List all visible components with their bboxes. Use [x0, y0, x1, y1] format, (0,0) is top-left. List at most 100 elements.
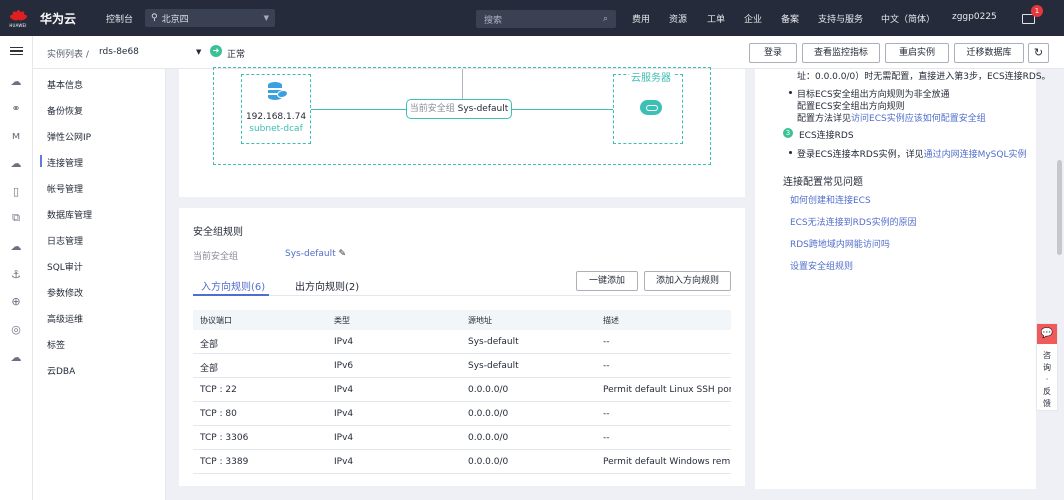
nav-tickets[interactable]: 工单 — [707, 12, 725, 25]
mail-icon[interactable]: 1 — [1022, 5, 1043, 24]
menu-icon[interactable] — [9, 44, 23, 58]
view-metrics-button[interactable]: 查看监控指标 — [802, 43, 880, 63]
sidebar-item-basic-info[interactable]: 基本信息 — [47, 78, 83, 91]
brand-name: 华为云 — [40, 11, 77, 26]
region-value: 北京四 — [161, 14, 189, 25]
feedback-label[interactable]: 咨 询 · 反 馈 — [1037, 344, 1057, 410]
mail-badge: 1 — [1031, 5, 1043, 17]
sidebar-item-eip[interactable]: 弹性公网IP — [47, 130, 91, 143]
nav-language[interactable]: 中文（简体） — [881, 12, 935, 25]
cell-port: 全部 — [200, 340, 219, 350]
globe-icon[interactable]: ⊕ — [9, 294, 23, 308]
column-header: 协议端口 — [200, 316, 232, 325]
cloud-storage-icon[interactable]: ☁ — [9, 156, 23, 170]
sidebar-item-backup[interactable]: 备份恢复 — [47, 104, 83, 117]
sidebar-item-databases[interactable]: 数据库管理 — [47, 208, 92, 221]
breadcrumb-instance-list[interactable]: 实例列表 / — [47, 47, 89, 60]
help-text-with-link: 登录ECS连接本RDS实例，详见通过内网连接MySQL实例 — [797, 147, 1027, 160]
current-sg-label: 当前安全组 — [193, 252, 239, 262]
huawei-flower-icon — [9, 8, 28, 22]
feedback-widget[interactable]: 💬 咨 询 · 反 馈 — [1036, 323, 1058, 411]
console-link[interactable]: 控制台 — [106, 12, 133, 25]
huawei-logo[interactable]: HUAWEI — [4, 0, 32, 36]
nav-filing[interactable]: 备案 — [781, 12, 799, 25]
nav-resources[interactable]: 资源 — [669, 12, 687, 25]
deploy-icon[interactable]: ⚓ — [9, 267, 23, 281]
refresh-icon[interactable]: ↻ — [1028, 43, 1049, 63]
breadcrumb-label[interactable]: 实例列表 — [47, 50, 83, 60]
breadcrumb-separator: / — [85, 50, 89, 60]
sidebar-item-advanced-ops[interactable]: 高级运维 — [47, 312, 83, 325]
reboot-instance-button[interactable]: 重启实例 — [885, 43, 949, 63]
sidebar-item-logs[interactable]: 日志管理 — [47, 234, 83, 247]
sidebar-item-parameters[interactable]: 参数修改 — [47, 286, 83, 299]
vertical-connector — [462, 69, 463, 99]
nav-fees[interactable]: 费用 — [632, 12, 650, 25]
sidebar-item-cloud-dba[interactable]: 云DBA — [47, 364, 75, 377]
mysql-connect-link[interactable]: 通过内网连接MySQL实例 — [924, 150, 1027, 160]
tab-outbound[interactable]: 出方向规则(2) — [295, 278, 359, 293]
chevron-down-icon[interactable]: ▼ — [196, 48, 201, 56]
performance-icon[interactable]: ᴍ — [9, 128, 23, 142]
bullet-dot — [789, 91, 792, 94]
sidebar-item-accounts[interactable]: 帐号管理 — [47, 182, 83, 195]
cell-description: -- — [603, 361, 610, 371]
logo-text: HUAWEI — [9, 23, 27, 28]
cell-port: TCP : 22 — [200, 385, 237, 395]
chat-icon[interactable]: 💬 — [1037, 324, 1057, 344]
feedback-char: 询 — [1043, 363, 1051, 372]
cell-type: IPv4 — [334, 457, 354, 467]
db-subnet: subnet-dcaf — [249, 124, 303, 134]
instance-name[interactable]: rds-8e68 — [99, 47, 139, 57]
service-icon-rail: ☁ ⚭ ᴍ ☁ ▯ ⧉ ☁ ⚓ ⊕ ◎ ☁ — [0, 36, 33, 500]
search-input[interactable]: 搜索 ⌕ — [476, 10, 616, 28]
faq-title: 连接配置常见问题 — [783, 177, 863, 188]
nav-username[interactable]: zggp0225 — [952, 12, 997, 22]
current-sg-link[interactable]: Sys-default ✎ — [285, 249, 346, 259]
table-row: TCP : 80 IPv4 0.0.0.0/0 -- — [193, 402, 731, 426]
table-row: 全部 IPv6 Sys-default -- — [193, 354, 731, 378]
add-inbound-rule-button[interactable]: 添加入方向规则 — [644, 271, 731, 291]
page-scrollbar[interactable] — [1057, 160, 1062, 255]
migrate-database-button[interactable]: 迁移数据库 — [954, 43, 1024, 63]
location-pin-icon: ⚲ — [151, 13, 158, 23]
network-icon[interactable]: ⚭ — [9, 101, 23, 115]
quick-add-button[interactable]: 一键添加 — [576, 271, 638, 291]
edit-icon[interactable]: ✎ — [336, 249, 347, 259]
cell-port: TCP : 80 — [200, 409, 237, 419]
feedback-char: · — [1045, 375, 1049, 384]
instance-sidebar: 基本信息 备份恢复 弹性公网IP 连接管理 帐号管理 数据库管理 日志管理 SQ… — [33, 69, 166, 500]
current-sg-value[interactable]: Sys-default — [285, 249, 336, 259]
instance-status: 正常 — [227, 50, 246, 60]
target-icon[interactable]: ◎ — [9, 322, 23, 336]
step-number-badge: 3 — [783, 128, 793, 138]
sg-config-link[interactable]: 访问ECS实例应该如何配置安全组 — [851, 114, 986, 124]
faq-link[interactable]: 设置安全组规则 — [790, 259, 853, 272]
region-selector[interactable]: ⚲ 北京四 ▼ — [145, 9, 276, 27]
tab-inbound[interactable]: 入方向规则(6) — [201, 278, 265, 293]
search-icon[interactable]: ⌕ — [603, 14, 608, 24]
faq-link[interactable]: 如何创建和连接ECS — [790, 193, 871, 206]
security-group-node[interactable]: 当前安全组 Sys-default — [406, 99, 512, 119]
login-button[interactable]: 登录 — [749, 43, 797, 63]
cell-description: Permit default Windows rem... — [603, 457, 731, 467]
nav-enterprise[interactable]: 企业 — [744, 12, 762, 25]
cloud-icon[interactable]: ☁ — [9, 74, 23, 88]
faq-link[interactable]: RDS跨地域内网能访问吗 — [790, 237, 890, 250]
cloud-service-icon[interactable]: ☁ — [9, 239, 23, 253]
rules-table: 协议端口 类型 源地址 描述 全部 IPv4 Sys-default -- 全部… — [193, 310, 731, 474]
faq-link[interactable]: ECS无法连接到RDS实例的原因 — [790, 215, 917, 228]
cell-source: Sys-default — [468, 361, 519, 371]
help-text: 配置方法详见 — [797, 114, 852, 124]
sidebar-item-tags[interactable]: 标签 — [47, 338, 65, 351]
sidebar-item-sql-audit[interactable]: SQL审计 — [47, 260, 83, 273]
document-icon[interactable]: ▯ — [9, 184, 23, 198]
nav-support[interactable]: 支持与服务 — [818, 12, 863, 25]
cloud-db-icon[interactable]: ☁ — [9, 350, 23, 364]
cell-type: IPv4 — [334, 433, 354, 443]
copy-icon[interactable]: ⧉ — [9, 211, 23, 225]
sidebar-item-connection[interactable]: 连接管理 — [47, 156, 83, 169]
database-icon — [268, 80, 288, 102]
ecs-cloud-icon — [640, 100, 662, 115]
cell-source: 0.0.0.0/0 — [468, 385, 509, 395]
